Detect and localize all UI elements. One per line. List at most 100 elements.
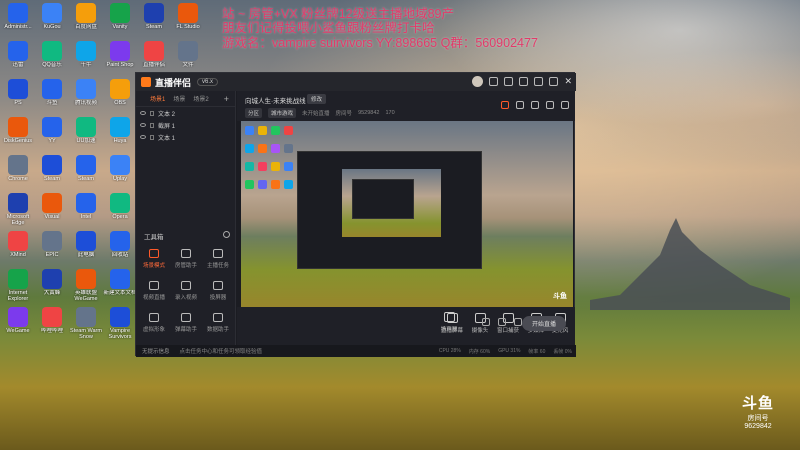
lock-icon[interactable] [150, 122, 154, 128]
bell-icon[interactable] [546, 101, 554, 109]
desktop-icon[interactable]: Chrome [1, 155, 35, 182]
game-chip[interactable]: 城市游戏 [268, 108, 297, 118]
desktop-icon[interactable]: 哔哩哔哩 [35, 307, 69, 334]
speaker-button[interactable]: 扬声器 [434, 312, 464, 333]
desktop-icon[interactable]: XMind [1, 231, 35, 258]
gear-icon[interactable] [514, 318, 522, 326]
desktop-icon[interactable]: Steam [137, 3, 171, 30]
desktop-icon[interactable]: 文件 [171, 41, 205, 68]
app-icon [42, 231, 62, 251]
tool-scene-mode[interactable]: 场景模式 [139, 249, 169, 269]
scene-item[interactable]: 文本 2 [136, 107, 235, 119]
scene-label: 文本 2 [158, 111, 176, 118]
go-live-button[interactable]: 开始直播 [521, 316, 566, 331]
lock-icon[interactable] [150, 110, 154, 116]
tool-data[interactable]: 数据助手 [203, 313, 233, 333]
desktop-icon[interactable]: 百度网盘 [69, 3, 103, 30]
copy-icon[interactable] [531, 101, 539, 109]
desktop-icon[interactable]: UU加速 [69, 117, 103, 144]
eye-icon[interactable] [140, 135, 146, 139]
desktop-icon[interactable]: 迅雷 [1, 41, 35, 68]
status-message[interactable]: 点击任务中心和任务可领取经验值 [180, 347, 263, 355]
desktop-icon[interactable]: 直播伴侣 [137, 41, 171, 68]
desktop-icon[interactable]: FL Studio [171, 3, 205, 30]
maximize-icon[interactable] [549, 77, 559, 86]
menu-icon[interactable] [519, 77, 529, 86]
category-chip[interactable]: 分区 [245, 108, 263, 118]
tool-avatar[interactable]: 虚拟形象 [139, 313, 169, 333]
desktop-icon-label: Visual [44, 214, 60, 220]
scene-item[interactable]: 文本 1 [136, 131, 235, 143]
desktop-icon[interactable]: Visual [35, 193, 69, 220]
tool-tasks[interactable]: 主播任务 [203, 249, 233, 269]
scene-item[interactable]: 截屏 1 [136, 119, 235, 131]
lock-icon[interactable] [516, 101, 524, 109]
desktop-icon-label: DiskGenius [3, 138, 33, 144]
minimize-icon[interactable] [534, 77, 544, 86]
app-icon [178, 3, 198, 23]
tool-danmaku[interactable]: 弹幕助手 [171, 313, 201, 333]
desktop-icon[interactable]: 大黄蜂 [35, 269, 69, 296]
desktop-icon[interactable]: Administr... [1, 3, 35, 30]
desktop-icon[interactable]: KuGou [35, 3, 69, 30]
desktop-icon[interactable]: Steam Warm Snow [69, 307, 103, 340]
stream-preview[interactable]: 斗鱼 [241, 121, 573, 307]
desktop-icon[interactable]: QQ音乐 [35, 41, 69, 68]
desktop-icon[interactable]: DiskGenius [1, 117, 35, 144]
desktop-icon[interactable]: Intel [69, 193, 103, 220]
desktop-icon[interactable]: Uplay [103, 155, 137, 182]
desktop-icon[interactable]: Opera [103, 193, 137, 220]
desktop-icon[interactable]: 此电脑 [69, 231, 103, 258]
desktop-icon[interactable]: Vanity [103, 3, 137, 30]
download-icon [181, 281, 191, 290]
room-title[interactable]: 向城人生·未来挑战线 [245, 95, 306, 105]
desktop-icon-label: 千牛 [80, 62, 92, 68]
gear-icon[interactable] [223, 231, 230, 238]
eye-icon[interactable] [140, 123, 146, 127]
avatar[interactable] [472, 76, 484, 87]
share-icon[interactable] [561, 101, 569, 109]
close-icon[interactable]: ✕ [564, 77, 572, 86]
tool-import-video[interactable]: 录入视频 [171, 281, 201, 301]
desktop-icon[interactable]: 斗鱼 [35, 79, 69, 106]
record-icon[interactable] [482, 318, 490, 326]
desktop-icon[interactable]: 英雄联盟WeGame [69, 269, 103, 302]
tool-cast[interactable]: 投屏器 [203, 281, 233, 301]
add-scene-button[interactable]: + [224, 94, 229, 104]
desktop-icon[interactable]: YY [35, 117, 69, 144]
title-bar[interactable]: 直播伴侣 v6.x ✕ [136, 73, 576, 91]
desktop-icon[interactable]: WeGame [1, 307, 35, 334]
desktop-icon[interactable]: 新建文本文档 [103, 269, 137, 296]
desktop-icon[interactable]: 千牛 [69, 41, 103, 68]
live-status: 未开始直播 [302, 111, 330, 117]
desktop-icon[interactable]: OBS [103, 79, 137, 106]
edit-title-button[interactable]: 修改 [307, 94, 327, 104]
tab-scene[interactable]: 场景 [173, 94, 185, 103]
lock-icon[interactable] [150, 134, 154, 140]
version-badge[interactable]: v6.x [197, 78, 219, 86]
tool-room-admin[interactable]: 房管助手 [171, 249, 201, 269]
gift-icon[interactable] [501, 101, 509, 109]
app-icon [76, 79, 96, 99]
desktop-icon[interactable]: PS [1, 79, 35, 106]
tab-scene-2[interactable]: 场景2 [193, 94, 208, 103]
desktop-icon[interactable]: 回收站 [103, 231, 137, 258]
app-icon [110, 117, 130, 137]
desktop-icon[interactable]: Microsoft Edge [1, 193, 35, 226]
desktop-icon[interactable]: EPIC [35, 231, 69, 258]
desktop-icon[interactable]: Steam [35, 155, 69, 182]
app-icon [178, 41, 198, 61]
eye-icon[interactable] [498, 318, 506, 326]
tool-video-live[interactable]: 视频直播 [139, 281, 169, 301]
desktop-icon[interactable]: Vampire Survivors [103, 307, 137, 340]
desktop-icon[interactable]: Paint Shop [103, 41, 137, 68]
app-icon [110, 269, 130, 289]
desktop-icon[interactable]: 腾讯视频 [69, 79, 103, 106]
desktop-icon[interactable]: Internet Explorer [1, 269, 35, 302]
desktop-icon[interactable]: Huya [103, 117, 137, 144]
message-icon[interactable] [489, 77, 499, 86]
settings-icon[interactable] [504, 77, 514, 86]
tab-scene-1[interactable]: 场景1 [150, 94, 165, 103]
desktop-icon[interactable]: Steam [69, 155, 103, 182]
eye-icon[interactable] [140, 111, 146, 115]
